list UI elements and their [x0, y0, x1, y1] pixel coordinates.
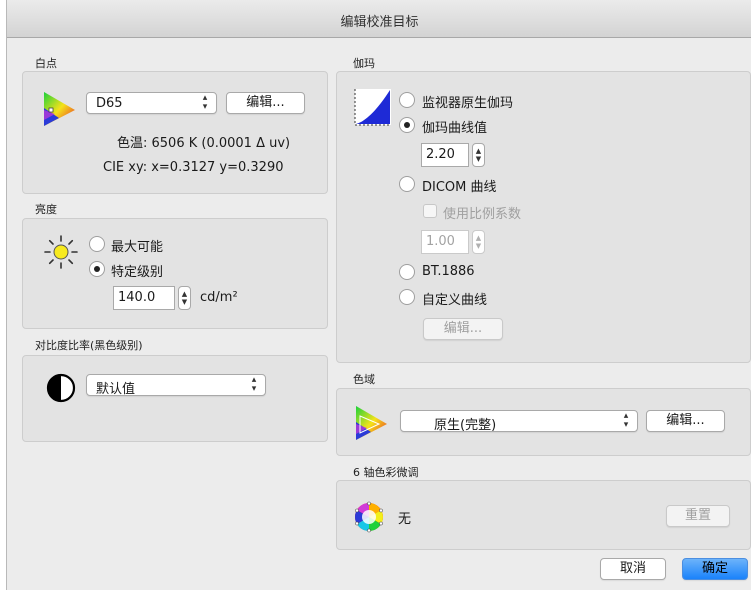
stepper-down-icon[interactable]: ▼ — [473, 156, 484, 163]
stepper-up-icon[interactable]: ▲ — [473, 235, 484, 242]
whitepoint-preset-select[interactable]: D65 ▴ ▾ — [86, 92, 217, 114]
six-axis-section-title: 6 轴色彩微调 — [353, 466, 419, 479]
gamma-dicom-radio[interactable] — [399, 176, 415, 192]
gamma-dicom-label[interactable]: DICOM 曲线 — [422, 176, 497, 195]
stepper-down-icon[interactable]: ▼ — [473, 243, 484, 250]
gamut-section-title: 色域 — [353, 373, 375, 386]
gamut-edit-button[interactable]: 编辑... — [646, 410, 725, 432]
brightness-section-title: 亮度 — [35, 203, 57, 216]
brightness-value-field[interactable]: 140.0 — [113, 286, 175, 310]
gamma-value-stepper[interactable]: ▲ ▼ — [472, 143, 485, 167]
title-bar[interactable]: 编辑校准目标 — [7, 0, 751, 38]
contrast-icon — [46, 373, 76, 403]
gamma-bt1886-label[interactable]: BT.1886 — [422, 264, 475, 279]
gamut-select[interactable]: 原生(完整) ▴ ▾ — [400, 410, 638, 433]
brightness-max-label[interactable]: 最大可能 — [111, 236, 163, 255]
scale-value-field[interactable]: 1.00 — [421, 230, 469, 254]
brightness-group: 最大可能 特定级别 140.0 ▲ ▼ cd/m² — [22, 218, 328, 329]
whitepoint-gamut-icon — [44, 92, 75, 126]
brightness-unit: cd/m² — [200, 290, 238, 305]
whitepoint-section-title: 白点 — [35, 57, 57, 70]
brightness-specific-radio[interactable] — [89, 261, 105, 277]
gamma-curve-value-radio[interactable] — [399, 117, 415, 133]
gamma-native-radio[interactable] — [399, 92, 415, 108]
use-scale-factor-checkbox[interactable] — [423, 204, 437, 218]
color-temperature-readout: 色温: 6506 K (0.0001 Δ uv) — [117, 136, 291, 151]
gamut-group: 原生(完整) ▴ ▾ 编辑... — [336, 388, 751, 456]
use-scale-factor-label: 使用比例系数 — [443, 207, 522, 222]
six-axis-reset-button[interactable]: 重置 — [666, 505, 730, 527]
gamut-selected-value: 原生(完整) — [434, 418, 497, 433]
select-arrows-icon: ▴ ▾ — [202, 93, 208, 112]
contrast-select[interactable]: 默认值 ▴ ▾ — [86, 374, 266, 397]
six-axis-status: 无 — [398, 512, 412, 527]
window-title: 编辑校准目标 — [340, 15, 419, 30]
six-axis-group: 无 重置 — [336, 480, 751, 550]
gamut-icon — [356, 406, 387, 440]
whitepoint-preset-value: D65 — [96, 96, 123, 111]
select-arrows-icon: ▴ ▾ — [623, 411, 629, 430]
dialog-window: 编辑校准目标 白点 D65 ▴ ▾ 编辑... 色温: 6506 K (0.000… — [6, 0, 751, 590]
brightness-specific-label[interactable]: 特定级别 — [111, 261, 163, 280]
gamma-curve-value-label[interactable]: 伽玛曲线值 — [422, 117, 487, 136]
gamma-value-field[interactable]: 2.20 — [421, 143, 469, 167]
gamma-bt1886-radio[interactable] — [399, 264, 415, 280]
select-arrows-icon: ▴ ▾ — [251, 375, 257, 394]
gamma-group: 监视器原生伽玛 伽玛曲线值 2.20 ▲ ▼ DICOM 曲线 使用比例系数 1… — [336, 71, 751, 363]
gamma-native-label[interactable]: 监视器原生伽玛 — [422, 92, 513, 111]
cie-xy-readout: CIE xy: x=0.3127 y=0.3290 — [103, 160, 284, 175]
stepper-down-icon[interactable]: ▼ — [179, 299, 190, 306]
contrast-selected-value: 默认值 — [96, 382, 136, 397]
scale-value-stepper[interactable]: ▲ ▼ — [472, 230, 485, 254]
color-wheel-icon — [355, 501, 383, 533]
contrast-group: 默认值 ▴ ▾ — [22, 355, 328, 442]
gamma-custom-label[interactable]: 自定义曲线 — [422, 289, 487, 308]
gamma-edit-button[interactable]: 编辑... — [423, 318, 503, 340]
brightness-stepper[interactable]: ▲ ▼ — [178, 286, 191, 310]
gamma-curve-icon — [354, 89, 391, 126]
whitepoint-group: D65 ▴ ▾ 编辑... 色温: 6506 K (0.0001 Δ uv) CI… — [22, 71, 328, 194]
gamma-custom-radio[interactable] — [399, 289, 415, 305]
gamma-section-title: 伽玛 — [353, 57, 375, 70]
stepper-up-icon[interactable]: ▲ — [179, 291, 190, 298]
brightness-max-radio[interactable] — [89, 236, 105, 252]
whitepoint-edit-button[interactable]: 编辑... — [226, 92, 305, 114]
ok-button[interactable]: 确定 — [682, 558, 748, 580]
sun-icon — [44, 235, 78, 269]
stepper-up-icon[interactable]: ▲ — [473, 148, 484, 155]
cancel-button[interactable]: 取消 — [600, 558, 666, 580]
contrast-section-title: 对比度比率(黑色级别) — [35, 339, 143, 352]
